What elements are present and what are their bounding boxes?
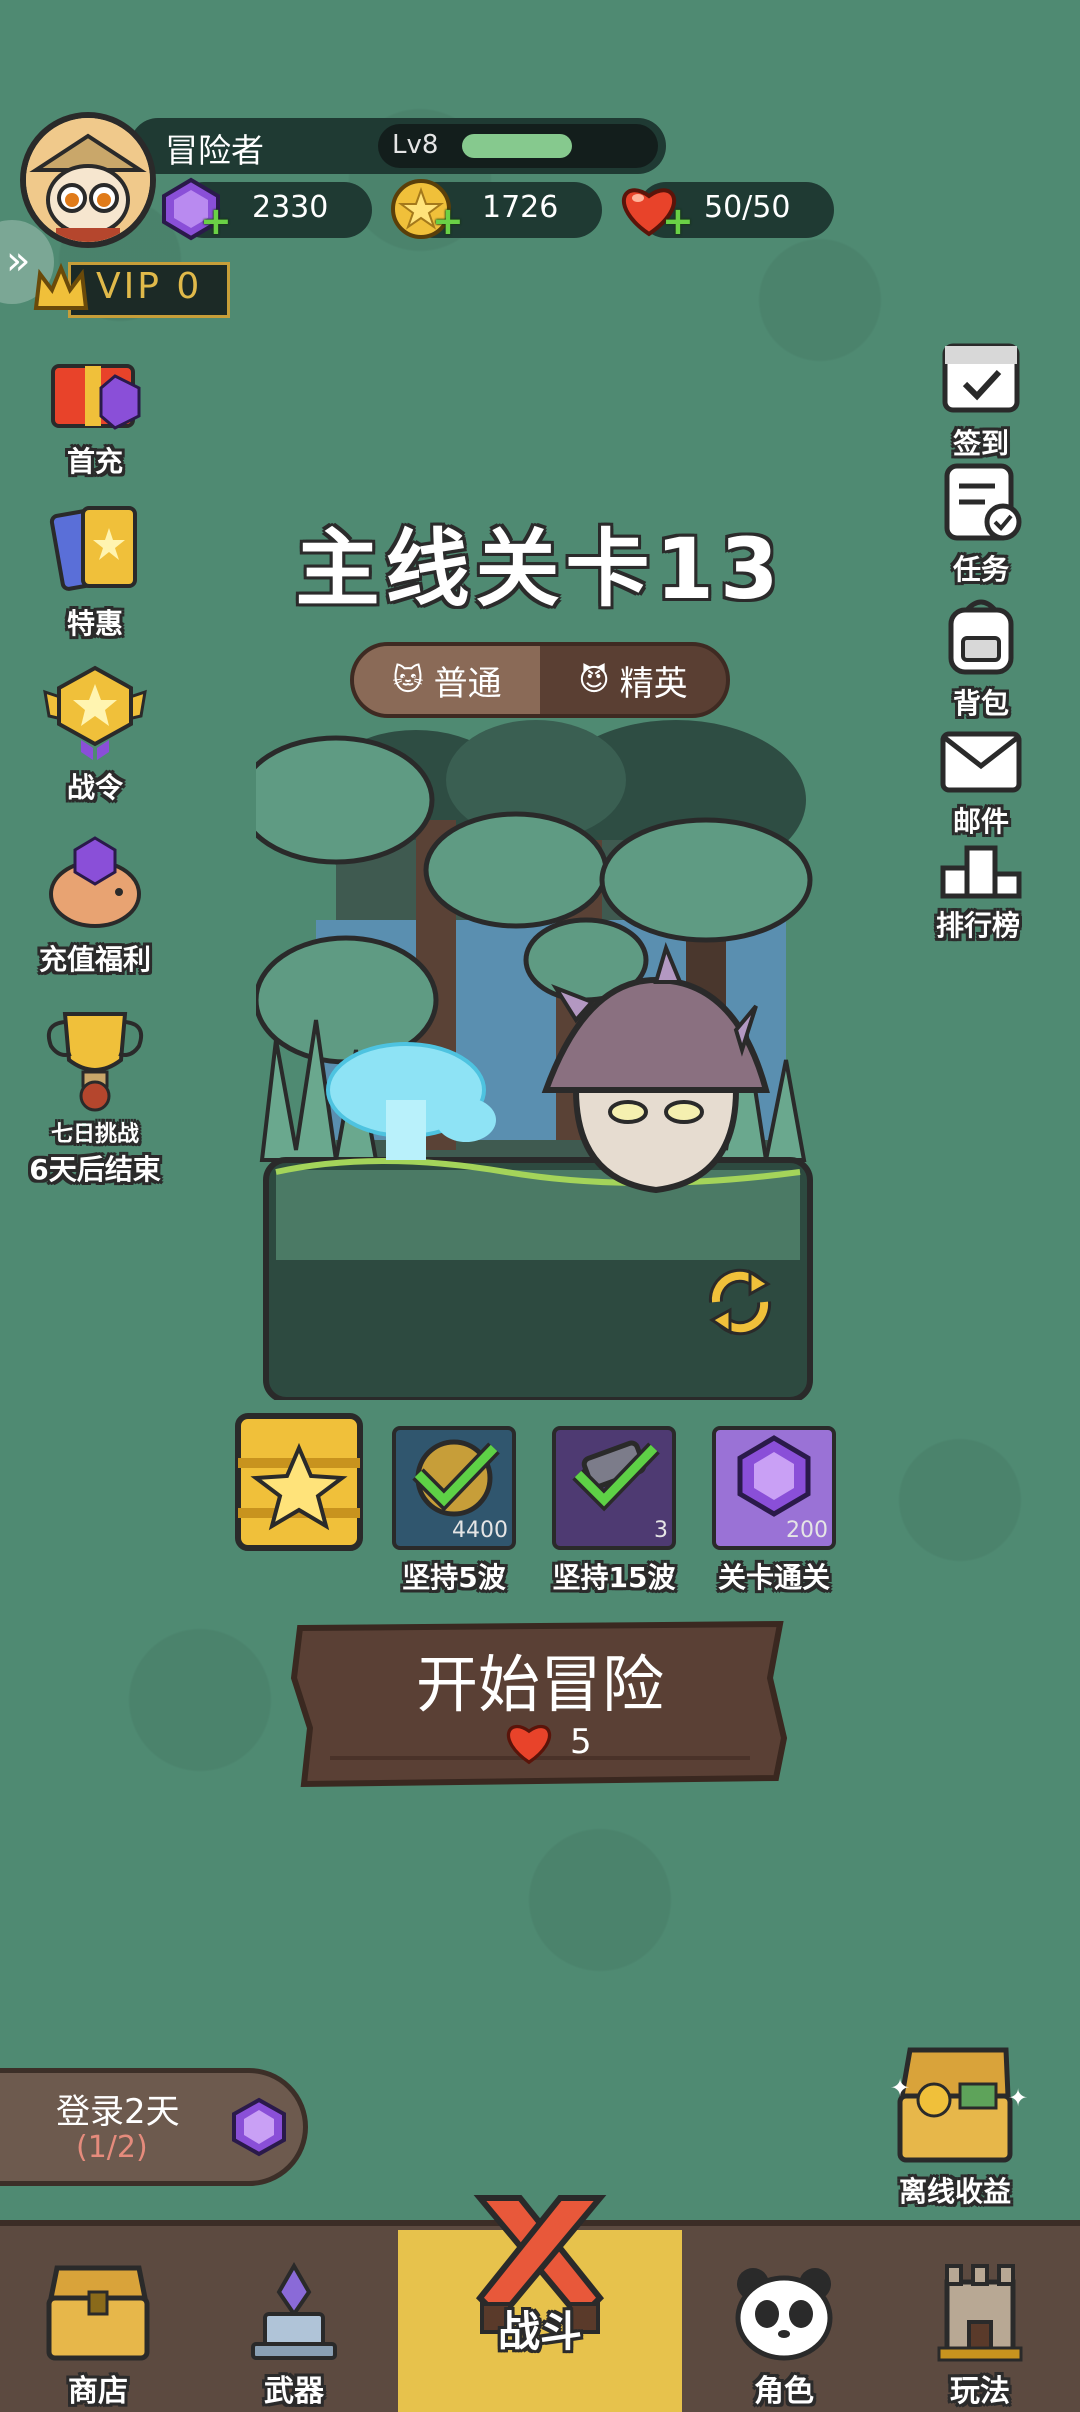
item-check-icon bbox=[572, 1440, 660, 1512]
star-chest-button[interactable] bbox=[232, 1408, 366, 1558]
devil-head-icon: 😈 bbox=[578, 662, 610, 698]
refresh-button[interactable] bbox=[700, 1262, 780, 1346]
side-battle-pass-label: 战令 bbox=[66, 771, 123, 804]
podium-icon bbox=[940, 845, 1022, 899]
right-mail-label: 邮件 bbox=[952, 805, 1009, 838]
treasure-chest-icon: ✦ ✦ bbox=[890, 2047, 1028, 2163]
login-title: 登录2天 bbox=[56, 2092, 180, 2132]
reward-wave15-label: 坚持15波 bbox=[552, 1561, 676, 1594]
nav-character-label: 角色 bbox=[754, 2374, 814, 2409]
level-progress-bar bbox=[462, 134, 572, 158]
tab-normal-label: 普通 bbox=[433, 663, 502, 704]
coins-add-button[interactable]: + bbox=[432, 202, 464, 240]
side-battle-pass[interactable]: 战令 bbox=[20, 662, 170, 806]
right-backpack-label: 背包 bbox=[952, 687, 1009, 720]
stage-title: 主线关卡13 bbox=[295, 520, 785, 618]
coins-count: 1726 bbox=[482, 190, 559, 225]
right-mail[interactable]: 邮件 bbox=[921, 730, 1041, 840]
side-seven-day-countdown: 6天后结束 bbox=[29, 1153, 161, 1186]
nav-battle[interactable]: 战斗 bbox=[450, 2188, 630, 2359]
side-seven-day-challenge[interactable]: 七日挑战 6天后结束 bbox=[0, 1000, 190, 1188]
coin-check-icon bbox=[412, 1439, 500, 1517]
trophy-wings-icon bbox=[43, 665, 147, 760]
stamina-count: 50/50 bbox=[704, 190, 791, 225]
side-seven-day-label: 七日挑战 bbox=[50, 1122, 139, 1147]
gem-icon bbox=[737, 1435, 811, 1517]
start-cost-heart-icon bbox=[502, 1716, 556, 1770]
right-leaderboard[interactable]: 排行榜 bbox=[921, 842, 1041, 944]
gems-count: 2330 bbox=[252, 190, 329, 225]
nav-shop[interactable]: 商店 bbox=[8, 2262, 188, 2410]
side-first-recharge-label: 首充 bbox=[66, 445, 123, 478]
chevron-right-icon: » bbox=[6, 238, 31, 284]
start-cost-value: 5 bbox=[570, 1722, 592, 1762]
mode-tabs: 🐱 普通 😈 精英 bbox=[350, 642, 730, 718]
offline-rewards-label: 离线收益 bbox=[898, 2175, 1011, 2208]
nav-weapons[interactable]: 武器 bbox=[204, 2261, 384, 2410]
reward-wave5-count: 4400 bbox=[452, 1518, 508, 1543]
tab-normal[interactable]: 🐱 普通 bbox=[354, 646, 540, 714]
weapon-altar-icon bbox=[251, 2261, 337, 2360]
right-leaderboard-label: 排行榜 bbox=[935, 909, 1020, 942]
reward-clear-label: 关卡通关 bbox=[717, 1561, 830, 1594]
tab-elite-label: 精英 bbox=[619, 663, 688, 704]
tab-elite[interactable]: 😈 精英 bbox=[540, 646, 726, 714]
side-recharge-benefits[interactable]: 充值福利 bbox=[10, 834, 180, 978]
panda-icon bbox=[735, 2268, 833, 2361]
nav-gameplay[interactable]: 玩法 bbox=[890, 2262, 1070, 2410]
cat-head-icon: 🐱 bbox=[392, 662, 424, 698]
star-chest-icon bbox=[235, 1413, 363, 1551]
vip-label: VIP 0 bbox=[96, 266, 203, 307]
side-recharge-benefits-label: 充值福利 bbox=[38, 943, 151, 976]
nav-character[interactable]: 角色 bbox=[694, 2262, 874, 2410]
login-gem-icon bbox=[228, 2096, 290, 2162]
refresh-icon bbox=[708, 1268, 772, 1336]
avatar-icon bbox=[26, 118, 150, 242]
right-sign-in-label: 签到 bbox=[952, 427, 1009, 460]
mail-icon bbox=[940, 731, 1022, 793]
svg-text:✦: ✦ bbox=[1008, 2084, 1028, 2112]
reward-clear-count: 200 bbox=[786, 1518, 828, 1543]
shop-chest-icon bbox=[46, 2265, 150, 2361]
login-progress: (1/2) bbox=[76, 2130, 148, 2165]
gems-add-button[interactable]: + bbox=[200, 202, 232, 240]
nav-shop-label: 商店 bbox=[68, 2374, 128, 2409]
reward-wave15-count: 3 bbox=[654, 1518, 668, 1543]
gift-box-icon bbox=[51, 364, 141, 430]
calendar-check-icon bbox=[942, 343, 1020, 413]
nav-gameplay-label: 玩法 bbox=[950, 2374, 1010, 2409]
svg-text:✦: ✦ bbox=[890, 2074, 910, 2102]
player-avatar[interactable] bbox=[20, 112, 156, 248]
reward-wave5-label: 坚持5波 bbox=[402, 1561, 506, 1594]
offline-rewards-button[interactable]: ✦ ✦ 离线收益 bbox=[870, 2036, 1040, 2210]
castle-tower-icon bbox=[937, 2264, 1023, 2362]
player-name: 冒险者 bbox=[165, 131, 264, 170]
crown-icon bbox=[30, 258, 92, 324]
nav-weapons-label: 武器 bbox=[264, 2374, 324, 2409]
piggy-bank-icon bbox=[49, 836, 141, 928]
start-adventure-label: 开始冒险 bbox=[415, 1648, 664, 1721]
level-label: Lv8 bbox=[392, 130, 439, 160]
side-first-recharge[interactable]: 首充 bbox=[20, 336, 170, 480]
right-sign-in[interactable]: 签到 bbox=[921, 334, 1041, 462]
trophy-icon bbox=[46, 1012, 144, 1112]
stamina-add-button[interactable]: + bbox=[662, 202, 694, 240]
